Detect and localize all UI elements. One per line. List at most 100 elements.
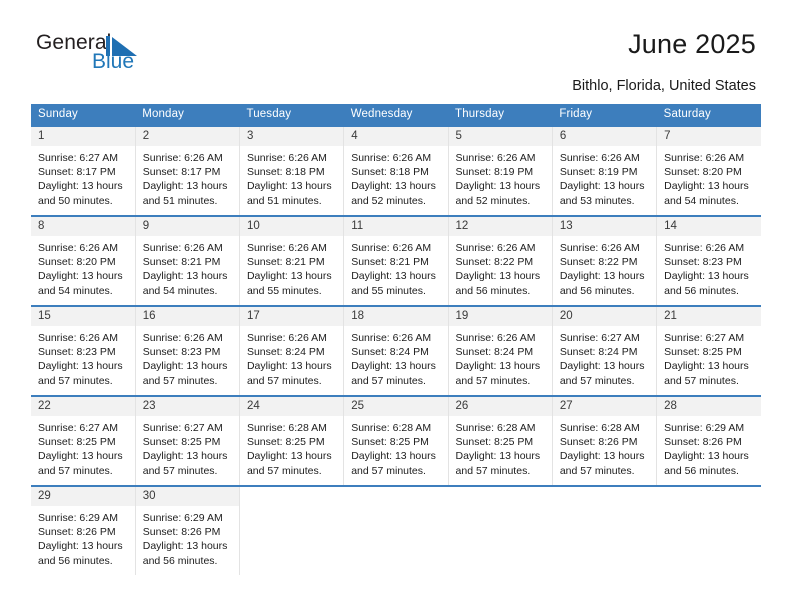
calendar-day-cell[interactable]: 6 Sunrise: 6:26 AM Sunset: 8:19 PM Daylight… [552,125,658,216]
day-cell-inner: 15 Sunrise: 6:26 AM Sunset: 8:23 PM Dayligh… [31,307,135,395]
calendar-day-cell[interactable]: 3 Sunrise: 6:26 AM Sunset: 8:18 PM Daylight… [239,125,345,216]
sunset-line: Sunset: 8:23 PM [38,346,116,359]
sunrise-line: Sunrise: 6:27 AM [38,422,118,434]
day-details: Sunrise: 6:26 AM Sunset: 8:23 PM Daylight:… [136,326,239,388]
calendar-day-cell[interactable]: 8 Sunrise: 6:26 AM Sunset: 8:20 PM Daylight… [31,215,136,306]
day-cell-inner: 9 Sunrise: 6:26 AM Sunset: 8:21 PM Daylight… [135,217,239,305]
sunset-line: Sunset: 8:24 PM [455,346,534,359]
day-cell-inner: 4 Sunrise: 6:26 AM Sunset: 8:18 PM Daylight… [344,127,448,215]
daylight-line-2: and 57 minutes. [246,374,322,387]
calendar-day-cell[interactable]: 19 Sunrise: 6:26 AM Sunset: 8:24 PM Dayligh… [448,305,553,396]
calendar-day-cell[interactable]: 4 Sunrise: 6:26 AM Sunset: 8:18 PM Daylight… [343,125,449,216]
day-cell-inner [657,487,761,575]
daylight-line-2: and 56 minutes. [455,284,531,297]
daylight-line-2: and 57 minutes. [246,464,322,477]
day-cell-inner [552,487,657,575]
day-cell-inner: 29 Sunrise: 6:29 AM Sunset: 8:26 PM Dayligh… [31,487,135,575]
day-number: 2 [135,127,239,146]
calendar-day-cell[interactable]: 15 Sunrise: 6:26 AM Sunset: 8:23 PM Dayligh… [31,305,136,396]
calendar-day-cell[interactable]: 29 Sunrise: 6:29 AM Sunset: 8:26 PM Dayligh… [31,485,136,575]
daylight-line-2: and 56 minutes. [664,464,739,477]
sunset-line: Sunset: 8:22 PM [455,256,534,269]
day-details: Sunrise: 6:26 AM Sunset: 8:22 PM Daylight:… [553,236,656,298]
calendar-week-row: 1 Sunrise: 6:27 AM Sunset: 8:17 PM Daylight… [31,125,761,216]
calendar-day-cell[interactable]: 7 Sunrise: 6:26 AM Sunset: 8:20 PM Daylight… [656,125,761,216]
calendar-day-cell[interactable]: 16 Sunrise: 6:26 AM Sunset: 8:23 PM Dayligh… [135,305,240,396]
day-number [344,487,448,506]
daylight-line-1: Daylight: 13 hours [351,360,436,373]
day-cell-inner: 12 Sunrise: 6:26 AM Sunset: 8:22 PM Dayligh… [448,217,552,305]
daylight-line-1: Daylight: 13 hours [142,450,228,463]
sunset-line: Sunset: 8:21 PM [246,256,325,269]
weekday-header-monday: Monday [135,104,240,126]
day-number: 19 [448,307,552,326]
calendar-day-cell[interactable]: 20 Sunrise: 6:27 AM Sunset: 8:24 PM Dayligh… [552,305,658,396]
calendar-day-cell[interactable]: 25 Sunrise: 6:28 AM Sunset: 8:25 PM Dayligh… [343,395,449,486]
daylight-line-1: Daylight: 13 hours [142,540,228,553]
sunrise-line: Sunrise: 6:26 AM [664,242,745,254]
daylight-line-2: and 56 minutes. [142,554,218,567]
daylight-line-2: and 52 minutes. [455,194,531,207]
day-details: Sunrise: 6:26 AM Sunset: 8:22 PM Daylight:… [449,236,552,298]
daylight-line-2: and 57 minutes. [142,464,218,477]
day-number: 1 [31,127,135,146]
calendar-day-cell[interactable]: 5 Sunrise: 6:26 AM Sunset: 8:19 PM Daylight… [448,125,553,216]
day-number: 4 [344,127,448,146]
calendar-day-cell[interactable]: 10 Sunrise: 6:26 AM Sunset: 8:21 PM Dayligh… [239,215,345,306]
day-number: 28 [657,397,761,416]
day-cell-inner: 2 Sunrise: 6:26 AM Sunset: 8:17 PM Daylight… [135,127,239,215]
calendar-day-cell[interactable]: 24 Sunrise: 6:28 AM Sunset: 8:25 PM Dayligh… [239,395,345,486]
sunset-line: Sunset: 8:20 PM [38,256,116,269]
sunset-line: Sunset: 8:26 PM [38,526,116,539]
day-cell-inner [239,487,344,575]
daylight-line-1: Daylight: 13 hours [559,270,645,283]
daylight-line-1: Daylight: 13 hours [351,270,436,283]
day-details: Sunrise: 6:26 AM Sunset: 8:18 PM Daylight:… [240,146,343,208]
calendar-day-cell[interactable]: 1 Sunrise: 6:27 AM Sunset: 8:17 PM Daylight… [31,125,136,216]
sunrise-line: Sunrise: 6:26 AM [664,152,745,164]
daylight-line-1: Daylight: 13 hours [38,450,123,463]
day-number: 10 [239,217,344,236]
calendar-day-cell[interactable]: 9 Sunrise: 6:26 AM Sunset: 8:21 PM Daylight… [135,215,240,306]
calendar-day-cell[interactable]: 28 Sunrise: 6:29 AM Sunset: 8:26 PM Dayligh… [656,395,761,486]
day-number: 18 [344,307,448,326]
daylight-line-2: and 55 minutes. [351,284,426,297]
day-cell-inner: 22 Sunrise: 6:27 AM Sunset: 8:25 PM Dayligh… [31,397,135,485]
weekday-header-thursday: Thursday [448,104,553,126]
daylight-line-1: Daylight: 13 hours [664,450,749,463]
sunset-line: Sunset: 8:24 PM [559,346,638,359]
sunset-line: Sunset: 8:26 PM [142,526,221,539]
calendar-day-cell[interactable]: 18 Sunrise: 6:26 AM Sunset: 8:24 PM Dayligh… [343,305,449,396]
sunset-line: Sunset: 8:19 PM [559,166,638,179]
day-number: 25 [344,397,448,416]
day-number [552,487,657,506]
daylight-line-2: and 54 minutes. [38,284,113,297]
sunset-line: Sunset: 8:18 PM [246,166,325,179]
calendar-day-cell[interactable]: 13 Sunrise: 6:26 AM Sunset: 8:22 PM Dayligh… [552,215,658,306]
sunrise-line: Sunrise: 6:28 AM [559,422,640,434]
calendar-day-cell[interactable]: 21 Sunrise: 6:27 AM Sunset: 8:25 PM Dayligh… [656,305,761,396]
sunrise-line: Sunrise: 6:26 AM [455,332,536,344]
sunset-line: Sunset: 8:25 PM [142,436,221,449]
calendar-day-cell[interactable]: 26 Sunrise: 6:28 AM Sunset: 8:25 PM Dayligh… [448,395,553,486]
calendar-day-cell[interactable]: 14 Sunrise: 6:26 AM Sunset: 8:23 PM Dayligh… [656,215,761,306]
day-details: Sunrise: 6:26 AM Sunset: 8:23 PM Daylight:… [31,326,135,388]
generalblue-logo[interactable]: General Blue [36,32,166,80]
calendar-day-cell[interactable]: 11 Sunrise: 6:26 AM Sunset: 8:21 PM Dayligh… [343,215,449,306]
calendar-day-cell[interactable]: 12 Sunrise: 6:26 AM Sunset: 8:22 PM Dayligh… [448,215,553,306]
day-cell-inner: 23 Sunrise: 6:27 AM Sunset: 8:25 PM Dayligh… [135,397,239,485]
daylight-line-2: and 57 minutes. [559,464,635,477]
calendar-day-cell[interactable]: 2 Sunrise: 6:26 AM Sunset: 8:17 PM Daylight… [135,125,240,216]
calendar-day-cell[interactable]: 22 Sunrise: 6:27 AM Sunset: 8:25 PM Dayligh… [31,395,136,486]
day-cell-inner: 5 Sunrise: 6:26 AM Sunset: 8:19 PM Daylight… [448,127,552,215]
calendar-day-cell[interactable]: 23 Sunrise: 6:27 AM Sunset: 8:25 PM Dayligh… [135,395,240,486]
day-cell-inner: 14 Sunrise: 6:26 AM Sunset: 8:23 PM Dayligh… [657,217,761,305]
calendar-day-cell[interactable]: 27 Sunrise: 6:28 AM Sunset: 8:26 PM Dayligh… [552,395,658,486]
day-details: Sunrise: 6:26 AM Sunset: 8:24 PM Daylight:… [449,326,552,388]
day-cell-inner: 21 Sunrise: 6:27 AM Sunset: 8:25 PM Dayligh… [657,307,761,395]
sunrise-line: Sunrise: 6:26 AM [455,242,536,254]
calendar-day-cell[interactable]: 30 Sunrise: 6:29 AM Sunset: 8:26 PM Dayligh… [135,485,240,575]
day-number [657,487,761,506]
calendar-day-cell[interactable]: 17 Sunrise: 6:26 AM Sunset: 8:24 PM Dayligh… [239,305,345,396]
sunrise-line: Sunrise: 6:26 AM [38,332,118,344]
